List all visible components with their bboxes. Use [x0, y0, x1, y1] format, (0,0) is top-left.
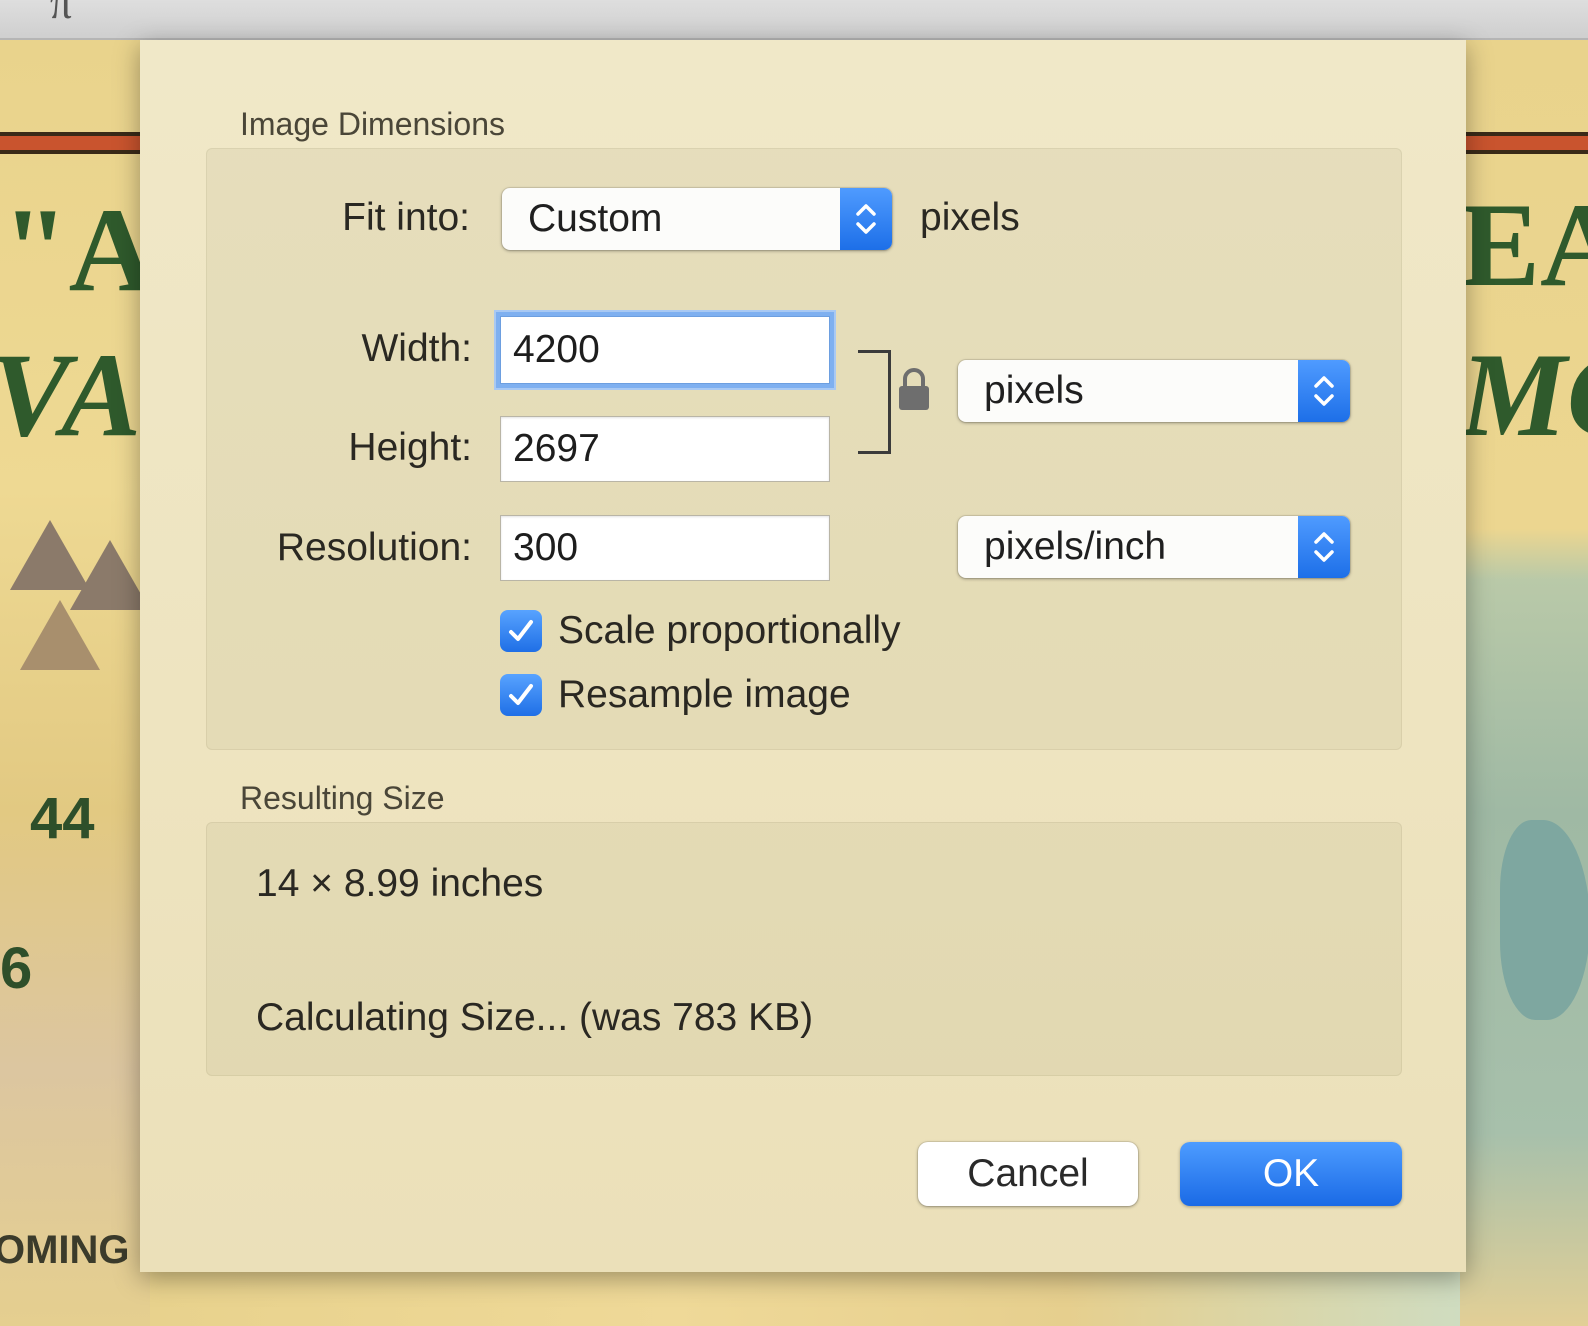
- height-input[interactable]: [501, 417, 829, 481]
- fit-into-popup[interactable]: Custom: [502, 188, 892, 250]
- fit-into-popup-arrows: [840, 188, 892, 250]
- width-input[interactable]: [501, 317, 829, 383]
- height-label: Height:: [348, 426, 472, 469]
- map-text: MC: [1460, 328, 1588, 461]
- background-map-right: EA MC: [1460, 40, 1588, 1326]
- ok-button[interactable]: OK: [1180, 1142, 1402, 1206]
- dimension-link-bracket: [858, 350, 891, 454]
- cancel-button[interactable]: Cancel: [918, 1142, 1138, 1206]
- map-text: VA: [0, 328, 142, 461]
- resolution-unit-value: pixels/inch: [984, 525, 1167, 568]
- up-down-chevron-icon: [1314, 376, 1334, 406]
- map-text: EA: [1460, 178, 1588, 311]
- fit-into-label: Fit into:: [342, 196, 470, 239]
- map-tepee: [20, 600, 100, 670]
- map-text: OMING: [0, 1228, 130, 1272]
- size-unit-value: pixels: [984, 369, 1084, 412]
- map-text: 6: [0, 936, 33, 1001]
- resolution-unit-popup-arrows: [1298, 516, 1350, 578]
- width-label: Width:: [361, 327, 472, 370]
- map-text: "A: [2, 183, 150, 316]
- up-down-chevron-icon: [856, 204, 876, 234]
- checkmark-icon: [509, 620, 533, 641]
- scale-proportionally-label[interactable]: Scale proportionally: [558, 609, 901, 653]
- window-title-bar: π: [0, 0, 1588, 40]
- fit-into-unit: pixels: [920, 196, 1020, 239]
- resample-image-label[interactable]: Resample image: [558, 673, 851, 717]
- up-down-chevron-icon: [1314, 532, 1334, 562]
- width-field[interactable]: [500, 316, 830, 384]
- adjust-size-sheet: Image Dimensions Fit into: Custom pixels…: [140, 40, 1466, 1272]
- map-lake: [1500, 820, 1588, 1020]
- map-stripe: [1460, 132, 1588, 154]
- resulting-file-size: Calculating Size... (was 783 KB): [256, 996, 814, 1039]
- resolution-field[interactable]: [500, 515, 830, 581]
- resulting-size-title: Resulting Size: [240, 780, 445, 816]
- resolution-unit-popup[interactable]: pixels/inch: [958, 516, 1350, 578]
- resulting-dimensions: 14 × 8.99 inches: [256, 862, 544, 905]
- lock-icon[interactable]: [897, 366, 931, 412]
- map-text: 44: [30, 786, 95, 851]
- background-map-left: "A VA 44 6 OMING: [0, 40, 150, 1326]
- height-field[interactable]: [500, 416, 830, 482]
- size-unit-popup-arrows: [1298, 360, 1350, 422]
- background-map-bottom: [150, 1270, 1460, 1326]
- checkmark-icon: [509, 684, 533, 705]
- size-unit-popup[interactable]: pixels: [958, 360, 1350, 422]
- resolution-label: Resolution:: [276, 526, 472, 569]
- image-dimensions-title: Image Dimensions: [240, 106, 505, 142]
- map-stripe: [0, 132, 150, 154]
- fit-into-value: Custom: [528, 197, 663, 240]
- scale-proportionally-checkbox[interactable]: [500, 610, 542, 652]
- resample-image-checkbox[interactable]: [500, 674, 542, 716]
- resolution-input[interactable]: [501, 516, 829, 580]
- titlebar-glyph: π: [50, 0, 73, 28]
